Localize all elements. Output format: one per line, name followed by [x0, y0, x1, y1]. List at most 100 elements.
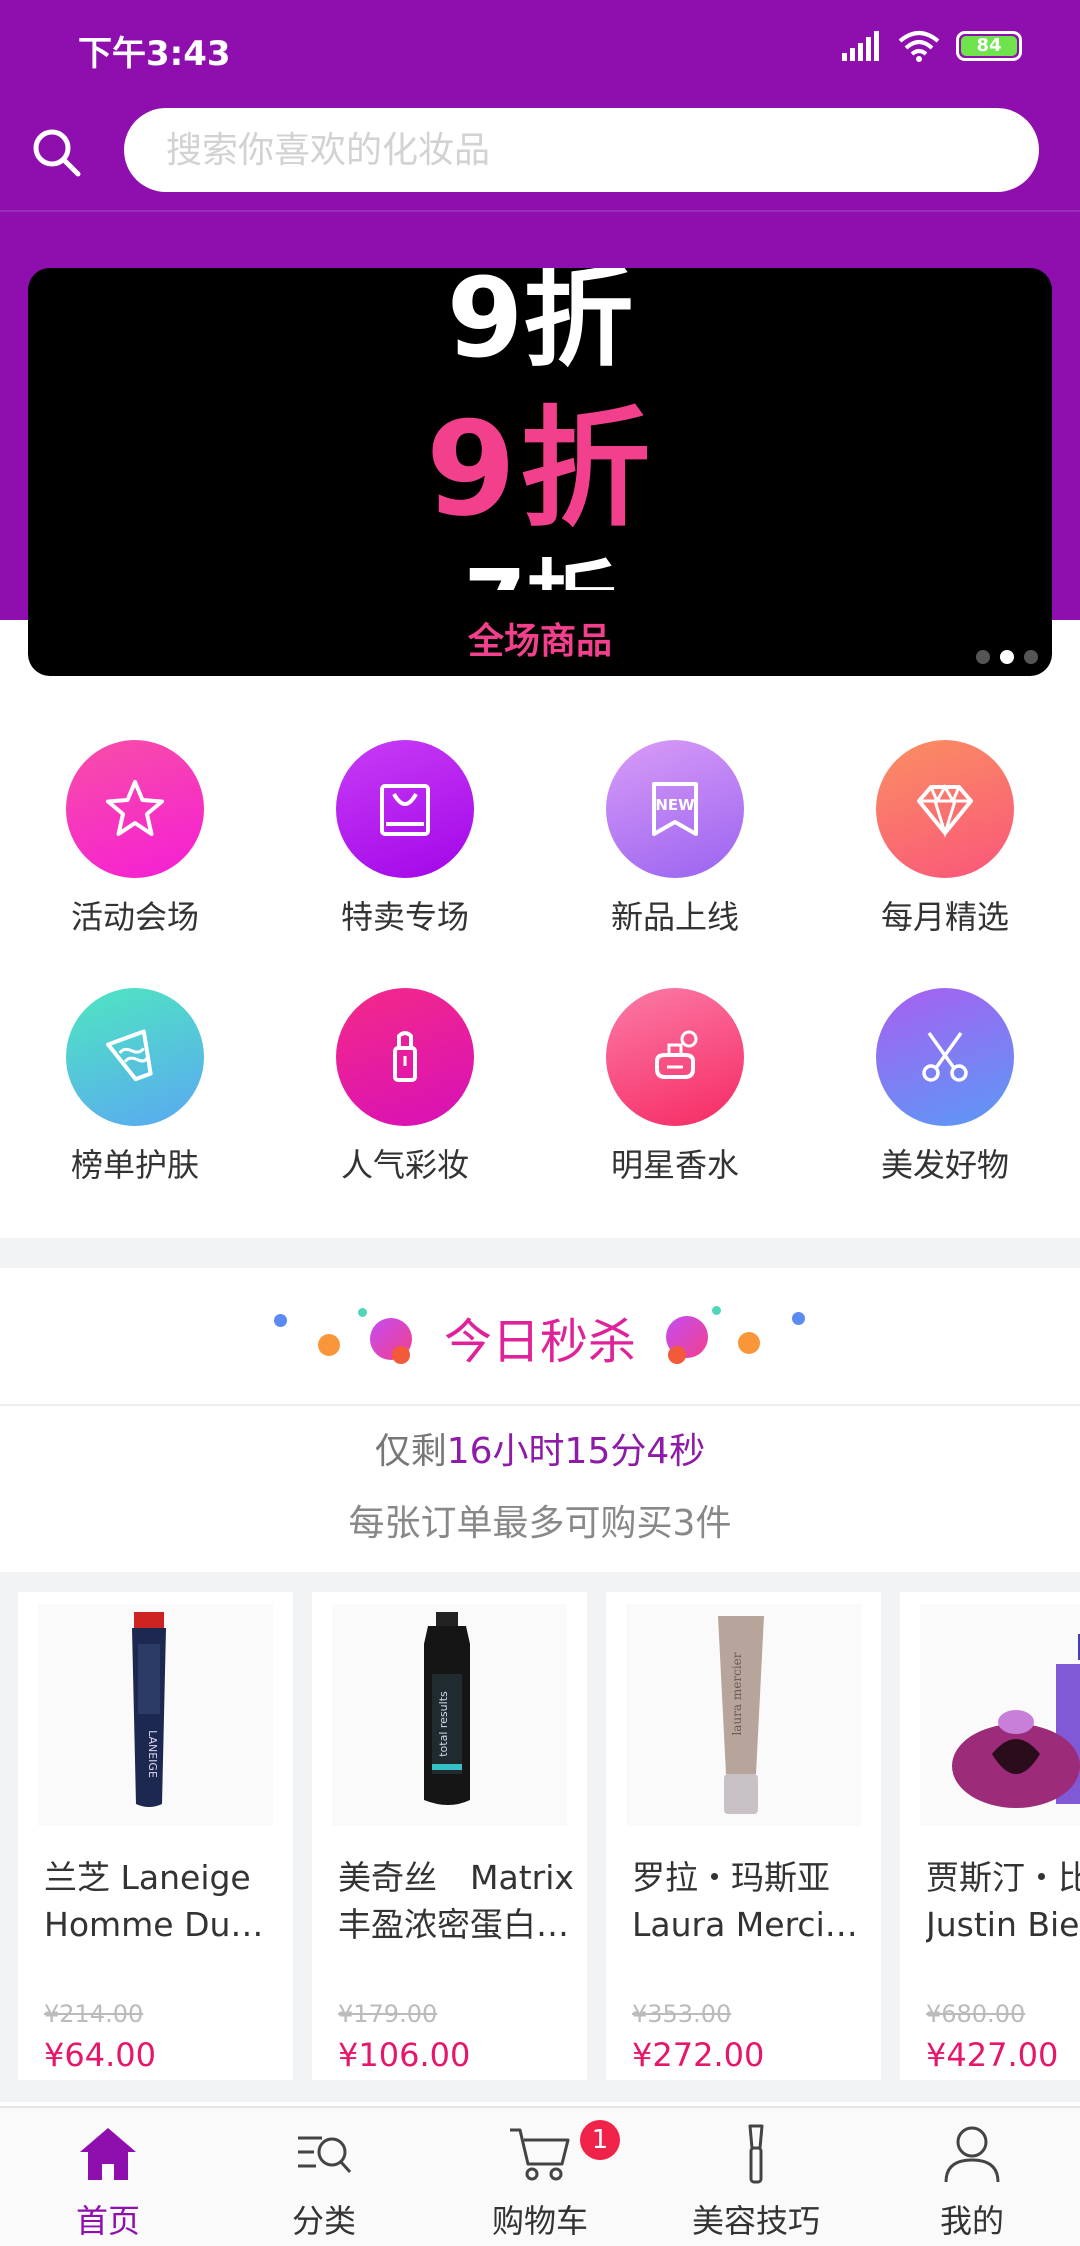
product-image: total results — [332, 1604, 567, 1826]
category-grid: 活动会场 特卖专场 NEW 新品上线 每月精选 榜单护肤 人气彩妆 明星香水 美… — [0, 740, 1080, 1186]
product-image: LANEIGE — [38, 1604, 273, 1826]
search-field[interactable] — [124, 108, 1039, 192]
status-icons: 84 — [842, 30, 1022, 62]
section-divider — [0, 1238, 1080, 1268]
tab-profile[interactable]: 我的 — [864, 2108, 1080, 2246]
category-item-monthly-picks[interactable]: 每月精选 — [810, 740, 1080, 938]
decor-dot — [668, 1346, 686, 1364]
product-carousel[interactable]: LANEIGE 兰芝 Laneige Homme Du… ¥214.00 ¥64… — [0, 1572, 1080, 2102]
category-label: 榜单护肤 — [70, 1146, 199, 1184]
product-name: 兰芝 Laneige Homme Du… — [44, 1858, 264, 1944]
decor-dot — [712, 1306, 721, 1315]
category-icon-bg — [876, 740, 1014, 878]
category-label: 每月精选 — [880, 898, 1009, 936]
status-bar: 下午3:43 84 — [0, 0, 1080, 100]
shopping-bag-icon — [380, 784, 430, 836]
bottom-tab-bar: 首页 分类 1 购物车 美容技巧 我的 — [0, 2106, 1080, 2246]
category-icon-bg: NEW — [606, 740, 744, 878]
tab-cart[interactable]: 1 购物车 — [432, 2108, 648, 2246]
banner-dot[interactable] — [976, 650, 990, 664]
svg-text:LANEIGE: LANEIGE — [146, 1730, 159, 1778]
product-card[interactable]: 贾斯汀・比 Justin Bie ¥680.00 ¥427.00 — [900, 1592, 1080, 2080]
banner-mid-text: 7折 — [28, 530, 1052, 590]
countdown-text: 仅剩16小时15分4秒 — [0, 1422, 1080, 1474]
category-label: 活动会场 — [70, 898, 199, 936]
product-name: 贾斯汀・比 Justin Bie — [926, 1858, 1080, 1944]
svg-text:total results: total results — [437, 1691, 450, 1757]
search-icon[interactable] — [28, 124, 84, 180]
tab-beauty-tips[interactable]: 美容技巧 — [648, 2108, 864, 2246]
tab-label: 分类 — [291, 2202, 356, 2240]
laura-mercier-tube-image: laura mercier — [718, 1616, 764, 1814]
category-item-special-sale[interactable]: 特卖专场 — [270, 740, 540, 938]
home-icon — [80, 2128, 136, 2180]
product-old-price: ¥214.00 — [44, 2000, 144, 2028]
category-item-makeup[interactable]: 人气彩妆 — [270, 988, 540, 1186]
category-icon-bg — [66, 988, 204, 1126]
decor-dot — [792, 1312, 805, 1325]
tab-category[interactable]: 分类 — [216, 2108, 432, 2246]
countdown-prefix: 仅剩 — [374, 1431, 447, 1472]
product-name: 罗拉・玛斯亚 Laura Merci… — [632, 1858, 858, 1944]
svg-text:laura mercier: laura mercier — [730, 1652, 744, 1735]
product-price: ¥64.00 — [44, 2036, 156, 2074]
purchase-limit-text: 每张订单最多可购买3件 — [348, 1503, 732, 1544]
decor-dot — [738, 1332, 760, 1354]
category-icon-bg — [606, 988, 744, 1126]
cart-badge: 1 — [580, 2120, 620, 2160]
category-icon-bg — [66, 740, 204, 878]
product-old-price: ¥353.00 — [632, 2000, 732, 2028]
category-item-haircare[interactable]: 美发好物 — [810, 988, 1080, 1186]
laneige-tube-image: LANEIGE — [132, 1612, 166, 1807]
tab-label: 首页 — [75, 2202, 140, 2240]
battery-icon: 84 — [956, 31, 1022, 61]
product-image — [920, 1604, 1080, 1826]
product-old-price: ¥179.00 — [338, 2000, 438, 2028]
banner-pagination — [976, 650, 1038, 664]
status-time: 下午3:43 — [78, 34, 231, 74]
product-card[interactable]: total results 美奇丝 Matrix 丰盈浓密蛋白… ¥179.00… — [312, 1592, 587, 2080]
search-bar — [0, 100, 1080, 212]
new-tag-icon: NEW — [652, 782, 698, 836]
banner-main-text: 9折 — [425, 393, 655, 545]
cart-icon — [510, 2128, 570, 2181]
category-label: 新品上线 — [610, 898, 739, 936]
search-input[interactable] — [124, 108, 1039, 192]
svg-text:NEW: NEW — [655, 796, 695, 814]
product-name: 美奇丝 Matrix 丰盈浓密蛋白… — [338, 1858, 574, 1944]
banner-dot-active[interactable] — [1000, 650, 1014, 664]
tab-label: 购物车 — [491, 2202, 588, 2240]
category-icon-bg — [336, 988, 474, 1126]
category-label: 明星香水 — [610, 1146, 739, 1184]
category-item-perfume[interactable]: 明星香水 — [540, 988, 810, 1186]
product-card[interactable]: laura mercier 罗拉・玛斯亚 Laura Merci… ¥353.0… — [606, 1592, 881, 2080]
perfume-icon — [655, 1030, 698, 1079]
scissors-icon — [922, 1031, 968, 1082]
tab-home[interactable]: 首页 — [0, 2108, 216, 2246]
category-search-icon — [298, 2136, 352, 2174]
product-card[interactable]: LANEIGE 兰芝 Laneige Homme Du… ¥214.00 ¥64… — [18, 1592, 293, 2080]
category-icon-bg — [876, 988, 1014, 1126]
lipstick-icon — [393, 1031, 417, 1082]
banner-subtitle: 全场商品 — [467, 621, 612, 662]
tab-label: 美容技巧 — [691, 2202, 820, 2240]
tab-label: 我的 — [939, 2202, 1004, 2240]
product-price: ¥272.00 — [632, 2036, 765, 2074]
signal-icon — [842, 31, 879, 61]
diamond-icon — [917, 783, 973, 839]
banner-dot[interactable] — [1024, 650, 1038, 664]
product-price: ¥427.00 — [926, 2036, 1059, 2074]
category-item-activity[interactable]: 活动会场 — [0, 740, 270, 938]
wifi-icon — [898, 31, 940, 62]
category-item-skincare[interactable]: 榜单护肤 — [0, 988, 270, 1186]
app-screen: 下午3:43 84 搜索你喜欢的化妆品 9折 9折 全场商品 活动会场 特卖专场… — [0, 0, 1080, 2246]
flash-sale-header: 今日秒杀 — [0, 1268, 1080, 1406]
category-item-new-arrivals[interactable]: NEW 新品上线 — [540, 740, 810, 938]
matrix-bottle-image: total results — [424, 1612, 470, 1805]
star-icon — [106, 780, 164, 836]
makeup-brush-icon — [748, 2124, 764, 2184]
flash-sale-title: 今日秒杀 — [443, 1314, 636, 1370]
category-label: 美发好物 — [880, 1146, 1009, 1184]
user-icon — [944, 2126, 1000, 2183]
promo-banner[interactable]: 9折 9折 7折 全场商品 — [28, 268, 1052, 676]
